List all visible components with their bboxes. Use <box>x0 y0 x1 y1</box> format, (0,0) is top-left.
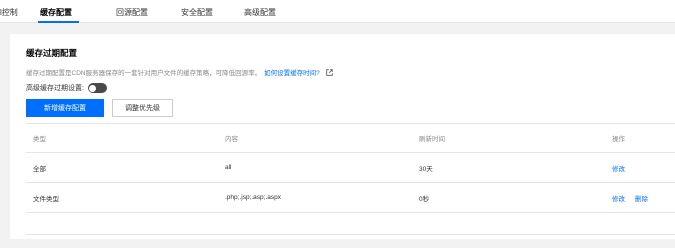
table-header: 类型 内容 刷新时间 操作 <box>26 123 675 153</box>
cell-refresh-time: 0秒 <box>419 195 430 203</box>
cell-content: .php;.jsp;.asp;.aspx <box>225 194 282 201</box>
cell-actions: 修改 删除 <box>612 183 658 212</box>
cache-rules-table: 类型 内容 刷新时间 操作 全部 all 30天 修改 文件类型 .php;.j… <box>26 123 675 235</box>
tab-bar: l控制 缓存配置 回源配置 安全配置 高级配置 <box>0 0 675 23</box>
table-row: 全部 all 30天 修改 <box>26 153 675 183</box>
table-row: 文件类型 .php;.jsp;.asp;.aspx 0秒 修改 删除 <box>26 183 675 213</box>
cell-type: 文件类型 <box>33 195 59 203</box>
add-cache-config-button[interactable]: 新增缓存配置 <box>26 99 104 117</box>
advanced-expiry-row: 高级缓存过期设置: <box>26 83 107 93</box>
header-content: 内容 <box>225 136 238 143</box>
cache-expiry-card: 缓存过期配置 缓存过期配置是CDN服务器保存的一套针对用户文件的缓存策略，可降低… <box>10 34 675 239</box>
description-text: 缓存过期配置是CDN服务器保存的一套针对用户文件的缓存策略，可降低回源率。 <box>26 70 262 77</box>
section-description: 缓存过期配置是CDN服务器保存的一套针对用户文件的缓存策略，可降低回源率。 如何… <box>26 67 333 77</box>
header-actions: 操作 <box>612 136 625 143</box>
edit-link[interactable]: 修改 <box>612 193 625 203</box>
header-type: 类型 <box>33 136 46 143</box>
cell-type: 全部 <box>33 165 46 173</box>
tab-origin-config[interactable]: 回源配置 <box>116 7 148 18</box>
advanced-expiry-label: 高级缓存过期设置: <box>26 85 84 92</box>
cell-content: all <box>225 164 232 171</box>
header-refresh-time: 刷新时间 <box>419 136 445 143</box>
tab-control[interactable]: l控制 <box>0 7 18 18</box>
tab-security-config[interactable]: 安全配置 <box>181 7 213 18</box>
delete-link[interactable]: 删除 <box>635 193 648 203</box>
adjust-priority-button[interactable]: 调整优先级 <box>112 99 173 117</box>
cell-actions: 修改 <box>612 153 635 182</box>
section-title: 缓存过期配置 <box>26 48 78 58</box>
tab-cache-config[interactable]: 缓存配置 <box>40 7 72 18</box>
edit-link[interactable]: 修改 <box>612 163 625 173</box>
active-tab-indicator <box>38 21 79 23</box>
external-link-icon[interactable] <box>325 68 333 76</box>
help-link[interactable]: 如何设置缓存时间? <box>264 67 320 77</box>
table-footer <box>26 213 675 235</box>
advanced-expiry-toggle[interactable] <box>87 83 107 93</box>
cell-refresh-time: 30天 <box>419 165 433 173</box>
tab-advanced-config[interactable]: 高级配置 <box>244 7 276 18</box>
